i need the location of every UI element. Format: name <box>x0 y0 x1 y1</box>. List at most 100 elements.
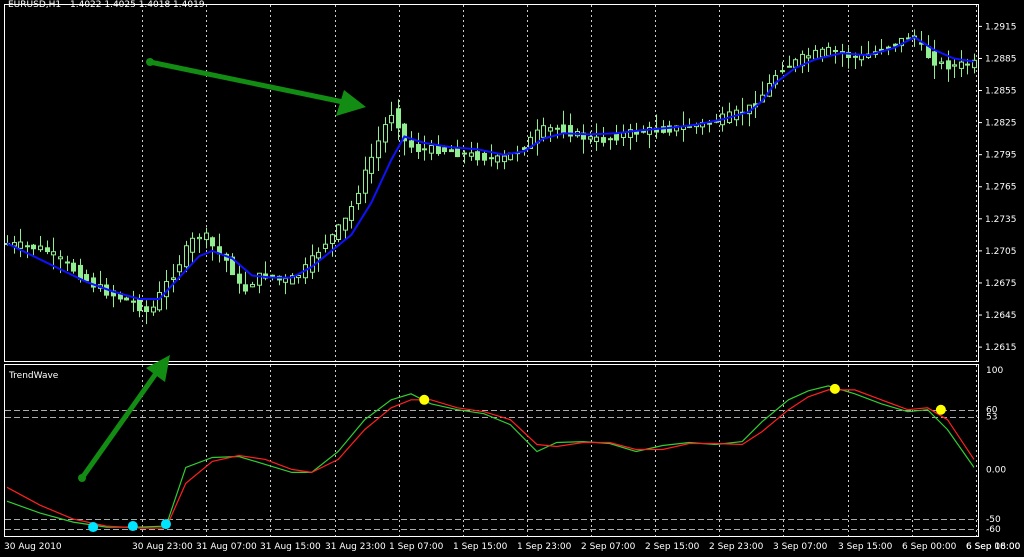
candle-body <box>707 122 712 125</box>
indicator-tick-label: 53 <box>986 413 997 423</box>
price-tick-label: 1.2675 <box>985 279 1017 289</box>
candle-body <box>25 245 30 248</box>
time-tick-label: 3 Sep 15:00 <box>838 542 893 552</box>
candle-body <box>561 124 566 134</box>
candle-body <box>793 59 798 68</box>
candle-body <box>71 262 76 272</box>
price-tick-label: 1.2615 <box>985 343 1017 353</box>
candle-body <box>190 237 195 253</box>
bottom-marker <box>88 522 99 533</box>
candle-body <box>965 63 970 66</box>
price-tick-label: 1.2825 <box>985 119 1017 129</box>
time-tick-label: 31 Aug 23:00 <box>325 542 386 552</box>
candle-body <box>197 236 202 240</box>
candle-body <box>65 261 70 264</box>
candle-body <box>594 136 599 143</box>
candle-body <box>210 237 215 247</box>
indicator-label: TrendWave <box>8 371 59 381</box>
candle-body <box>124 297 129 301</box>
price-tick-label: 1.2915 <box>985 22 1017 32</box>
indicator-tick-label: -60 <box>986 525 1001 535</box>
candle-body <box>806 55 811 59</box>
candle-body <box>946 60 951 70</box>
candle-body <box>396 108 401 129</box>
candle-body <box>548 127 553 132</box>
price-tick-label: 1.2705 <box>985 247 1017 257</box>
time-tick-label: 30 Aug 23:00 <box>132 542 193 552</box>
time-tick-label: 2 Sep 07:00 <box>581 542 636 552</box>
candle-body <box>959 61 964 69</box>
candle-body <box>171 277 176 280</box>
candle-body <box>257 272 262 286</box>
candle-body <box>376 140 381 159</box>
time-tick-label: 6 Sep 16:00 <box>966 542 1021 552</box>
candle-body <box>131 300 136 303</box>
candle-body <box>409 140 414 148</box>
chart-window[interactable]: 1.2915 1.2885 1.2855 1.2825 1.2795 1.2765 1.27… <box>0 0 1024 553</box>
candle-body <box>416 144 421 152</box>
price-tick-label: 1.2885 <box>985 54 1017 64</box>
ohlc-label: 1.4022 1.4025 1.4018 1.4019 <box>70 0 205 10</box>
candle-body <box>177 264 182 273</box>
candle-body <box>787 65 792 68</box>
arrow-tail-dot-bottom <box>78 474 86 482</box>
time-tick-label: 30 Aug 2010 <box>4 542 62 552</box>
time-tick-label: 31 Aug 07:00 <box>196 542 257 552</box>
candle-body <box>51 251 56 256</box>
time-tick-label: 31 Aug 15:00 <box>260 542 321 552</box>
candle-body <box>489 157 494 160</box>
time-tick-label: 3 Sep 07:00 <box>773 542 828 552</box>
candle-body <box>389 114 394 124</box>
candle-body <box>78 264 83 280</box>
candle-body <box>38 245 43 251</box>
top-marker <box>829 383 840 394</box>
time-tick-label: 2 Sep 15:00 <box>645 542 700 552</box>
candle-body <box>349 206 354 221</box>
price-tick-label: 1.2735 <box>985 215 1017 225</box>
time-tick-label: 1 Sep 15:00 <box>453 542 508 552</box>
candle-body <box>356 192 361 205</box>
candle-body <box>449 149 454 153</box>
price-and-indicator-chart[interactable]: 1.2915 1.2885 1.2855 1.2825 1.2795 1.2765 1.27… <box>0 0 1024 553</box>
arrow-tail-dot-top <box>146 58 154 66</box>
candle-body <box>588 136 593 140</box>
candle-body <box>502 155 507 163</box>
candle-body <box>144 306 149 313</box>
candle-body <box>932 51 937 66</box>
candle-body <box>18 241 23 249</box>
candle-body <box>383 124 388 143</box>
candle-body <box>151 306 156 313</box>
candle-body <box>137 298 142 312</box>
indicator-tick-label: 100 <box>986 366 1003 376</box>
chart-background <box>0 0 1024 553</box>
candle-body <box>541 125 546 138</box>
candle-body <box>853 55 858 58</box>
candle-body <box>58 256 63 260</box>
candle-body <box>336 224 341 240</box>
candle-body <box>826 46 831 57</box>
candle-body <box>462 152 467 155</box>
candle-body <box>157 291 162 311</box>
price-tick-label: 1.2645 <box>985 311 1017 321</box>
top-marker <box>419 394 430 405</box>
price-tick-label: 1.2765 <box>985 183 1017 193</box>
candle-body <box>601 137 606 143</box>
time-tick-label: 2 Sep 23:00 <box>709 542 764 552</box>
candle-body <box>323 243 328 249</box>
candle-body <box>250 283 255 288</box>
candle-body <box>442 147 447 153</box>
candle-body <box>614 133 619 141</box>
candle-body <box>330 234 335 245</box>
candle-body <box>270 274 275 277</box>
candle-body <box>84 274 89 282</box>
price-tick-label: 1.2855 <box>985 87 1017 97</box>
candle-body <box>475 151 480 161</box>
candle-body <box>482 152 487 161</box>
candle-body <box>608 138 613 141</box>
candle-body <box>237 273 242 284</box>
candle-body <box>243 284 248 292</box>
candle-body <box>555 127 560 130</box>
candle-body <box>820 48 825 58</box>
candle-body <box>813 49 818 60</box>
candle-body <box>429 144 434 154</box>
